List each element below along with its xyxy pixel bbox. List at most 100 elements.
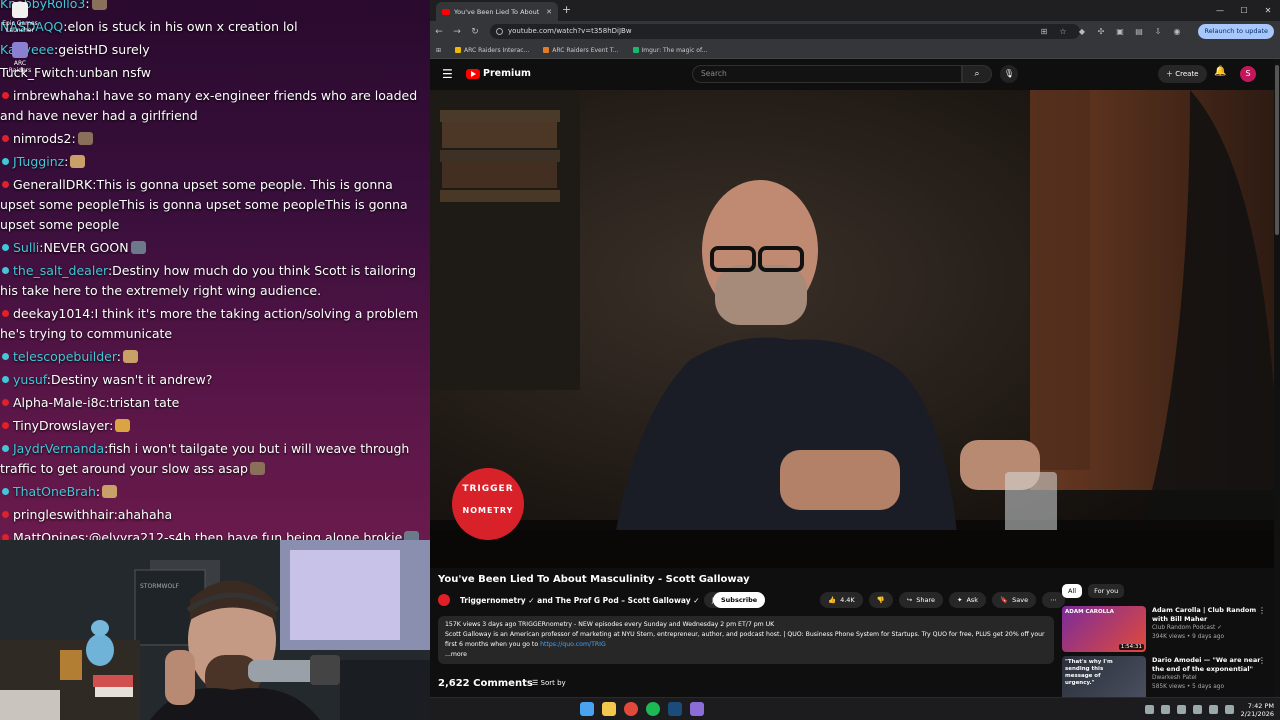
chat-username[interactable]: pringleswithhair <box>13 507 114 522</box>
more-icon: ⋯ <box>1050 596 1057 604</box>
reload-icon[interactable]: ↻ <box>466 27 484 37</box>
share-icon: ↪ <box>906 596 913 604</box>
bookmark-item[interactable]: ARC Raiders Interac... <box>455 47 529 54</box>
download-icon[interactable]: ⇩ <box>1152 24 1164 39</box>
filter-chip[interactable]: All <box>1062 584 1083 598</box>
extension-icon[interactable]: ◆ <box>1076 24 1088 39</box>
volume-icon[interactable] <box>1224 705 1234 714</box>
create-button[interactable]: ＋ Create <box>1158 65 1207 83</box>
apps-grid-icon[interactable]: ⊞ <box>436 47 441 54</box>
sidebar-icon[interactable]: ▤ <box>1133 24 1145 39</box>
recommended-video[interactable]: ADAM CAROLLA 1:54:31 Adam Carolla | Club R… <box>1062 606 1266 652</box>
clock[interactable]: 7:42 PM 2/21/2026 <box>1241 702 1274 718</box>
steam-icon[interactable] <box>668 702 682 716</box>
chat-username[interactable]: deekay1014 <box>13 306 90 321</box>
profile-icon[interactable]: ◉ <box>1171 24 1183 39</box>
bookmark-item[interactable]: Imgur: The magic of... <box>632 47 707 54</box>
save-button[interactable]: 🔖 Save <box>992 592 1037 608</box>
description-box[interactable]: 157K views 3 days ago TRIGGERnometry - N… <box>438 616 1054 664</box>
tray-app-icon[interactable] <box>1176 705 1186 714</box>
like-button[interactable]: 👍 4.4K <box>820 592 863 608</box>
dislike-button[interactable]: 👎 <box>868 592 893 608</box>
sort-by-button[interactable]: ☰ Sort by <box>532 679 566 687</box>
page-scrollbar[interactable] <box>1274 59 1280 697</box>
desktop-shortcut[interactable]: ARC Raiders <box>2 42 38 74</box>
chat-username[interactable]: ThatOneBrah <box>13 484 96 499</box>
chat-username[interactable]: yusuf <box>13 372 47 387</box>
chat-username[interactable]: GenerallDRK <box>13 177 92 192</box>
chat-username[interactable]: MattOpines <box>13 530 85 541</box>
scrollbar-thumb[interactable] <box>1275 65 1279 235</box>
menu-icon[interactable]: ☰ <box>442 67 453 81</box>
puzzle-icon[interactable]: ▣ <box>1114 24 1126 39</box>
relaunch-button[interactable]: Relaunch to update <box>1198 24 1274 39</box>
back-icon[interactable]: ← <box>430 27 448 37</box>
desc-more[interactable]: ...more <box>445 650 1047 660</box>
new-tab-icon[interactable]: + <box>562 4 571 16</box>
search-icon[interactable]: ⌕ <box>962 65 992 83</box>
rec-stats: 394K views • 9 days ago <box>1152 634 1225 640</box>
more-options-icon[interactable]: ⋮ <box>1258 606 1266 615</box>
tray-chevron-icon[interactable] <box>1144 705 1154 714</box>
network-icon[interactable] <box>1208 705 1218 714</box>
chrome-icon[interactable] <box>624 702 638 716</box>
emote-icon <box>91 0 107 10</box>
chat-username[interactable]: JTugginz <box>13 154 64 169</box>
microphone-icon[interactable]: 🎙 <box>1000 65 1018 83</box>
logo-line-2: NOMETRY <box>462 506 514 515</box>
filter-chip[interactable]: For you <box>1088 584 1125 598</box>
logo-line-1: TRIGGER <box>462 484 514 494</box>
clock-date: 2/21/2026 <box>1240 709 1274 718</box>
ask-button[interactable]: ✦ Ask <box>949 592 987 608</box>
bookmark-star-icon[interactable]: ☆ <box>1057 24 1069 39</box>
forward-icon[interactable]: → <box>448 27 466 37</box>
notifications-bell-icon[interactable]: 🔔 <box>1214 66 1226 77</box>
file-explorer-icon[interactable] <box>602 702 616 716</box>
maximize-icon[interactable]: ☐ <box>1232 0 1256 21</box>
youtube-logo[interactable]: Premium <box>466 68 531 79</box>
spotify-icon[interactable] <box>646 702 660 716</box>
bookmark-label: ARC Raiders Event T... <box>552 46 619 54</box>
close-tab-icon[interactable]: ✕ <box>546 8 552 16</box>
more-options-icon[interactable]: ⋮ <box>1258 656 1266 665</box>
recommended-video[interactable]: "That's why I'm sending this message of … <box>1062 656 1266 702</box>
video-thumbnail[interactable]: ADAM CAROLLA 1:54:31 <box>1062 606 1146 652</box>
minimize-icon[interactable]: — <box>1208 0 1232 21</box>
windows-start-icon[interactable] <box>580 702 594 716</box>
address-bar[interactable]: youtube.com/watch?v=t358hDiJBw <box>490 24 1080 39</box>
channel-avatar[interactable] <box>438 594 450 606</box>
desc-link[interactable]: https://quo.com/TRIG <box>540 641 606 648</box>
chat-username[interactable]: nimrods2 <box>13 131 71 146</box>
chat-message: TinyDrowslayer: <box>0 414 430 437</box>
rec-channel[interactable]: Club Random Podcast ✓ <box>1152 624 1266 633</box>
desktop-shortcut[interactable]: Epic Games Launcher <box>2 2 38 34</box>
video-player[interactable]: TRIGGER NOMETRY <box>430 90 1280 568</box>
channel-name[interactable]: Triggernometry ✓ and The Prof G Pod – Sc… <box>460 596 700 605</box>
badge-dot-icon <box>2 267 9 274</box>
tab-youtube-video[interactable]: You've Been Lied To About Masc... ✕ <box>436 2 558 21</box>
obs-icon[interactable] <box>690 702 704 716</box>
chat-username[interactable]: Sulli <box>13 240 39 255</box>
video-thumbnail[interactable]: "That's why I'm sending this message of … <box>1062 656 1146 702</box>
chat-username[interactable]: TinyDrowslayer <box>13 418 109 433</box>
share-button[interactable]: ↪ Share <box>898 592 944 608</box>
site-info-icon[interactable] <box>496 28 503 35</box>
chat-username[interactable]: telescopebuilder <box>13 349 117 364</box>
bookmark-item[interactable]: ARC Raiders Event T... <box>543 46 619 54</box>
chat-username[interactable]: irnbrewhaha <box>13 88 91 103</box>
emote-icon <box>122 349 138 363</box>
chat-username[interactable]: Alpha-Male-i8c <box>13 395 105 410</box>
search-input[interactable]: Search <box>692 65 962 83</box>
subscribe-button[interactable]: Subscribe <box>713 592 766 608</box>
close-window-icon[interactable]: ✕ <box>1256 0 1280 21</box>
chat-username[interactable]: JaydrVernanda <box>13 441 104 456</box>
rec-title[interactable]: Dario Amodei — "We are near the end of t… <box>1152 656 1266 674</box>
account-avatar[interactable]: S <box>1240 66 1256 82</box>
chat-username[interactable]: the_salt_dealer <box>13 263 108 278</box>
extension-icon[interactable]: ✣ <box>1095 24 1107 39</box>
rec-title[interactable]: Adam Carolla | Club Random with Bill Mah… <box>1152 606 1266 624</box>
tray-app-icon[interactable] <box>1160 705 1170 714</box>
rec-channel[interactable]: Dwarkesh Patel <box>1152 674 1266 683</box>
install-app-icon[interactable]: ⊞ <box>1038 24 1050 39</box>
tray-app-icon[interactable] <box>1192 705 1202 714</box>
